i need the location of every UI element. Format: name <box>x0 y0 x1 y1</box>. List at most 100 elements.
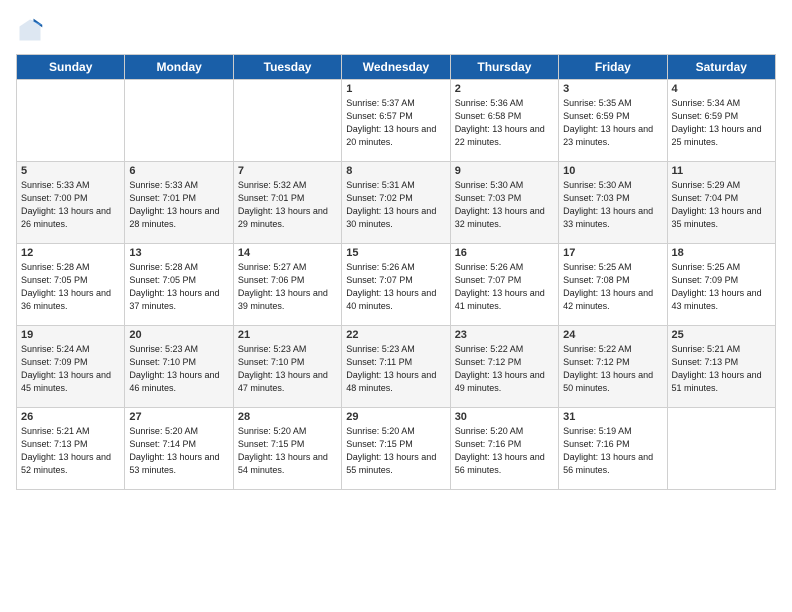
day-header-wednesday: Wednesday <box>342 55 450 80</box>
cell-sunset: Sunset: 7:14 PM <box>129 439 196 449</box>
day-number: 5 <box>21 165 120 177</box>
calendar-cell: 26Sunrise: 5:21 AMSunset: 7:13 PMDayligh… <box>17 408 125 490</box>
cell-sunrise: Sunrise: 5:33 AM <box>129 180 198 190</box>
cell-sunset: Sunset: 7:10 PM <box>238 357 305 367</box>
cell-sunset: Sunset: 7:06 PM <box>238 275 305 285</box>
cell-daylight: Daylight: 13 hours and 56 minutes. <box>563 452 653 475</box>
cell-sunrise: Sunrise: 5:26 AM <box>346 262 415 272</box>
cell-daylight: Daylight: 13 hours and 26 minutes. <box>21 206 111 229</box>
cell-sunset: Sunset: 7:09 PM <box>21 357 88 367</box>
calendar-cell: 5 Sunrise: 5:33 AM Sunset: 7:00 PM Daylight… <box>17 162 125 244</box>
cell-sunrise: Sunrise: 5:20 AM <box>238 426 307 436</box>
cell-sunrise: Sunrise: 5:35 AM <box>563 98 632 108</box>
calendar-cell: 9Sunrise: 5:30 AMSunset: 7:03 PMDaylight… <box>450 162 558 244</box>
cell-sunset: Sunset: 6:59 PM <box>672 111 739 121</box>
cell-sunset: Sunset: 7:16 PM <box>455 439 522 449</box>
day-header-friday: Friday <box>559 55 667 80</box>
day-number: 6 <box>129 165 228 177</box>
cell-sunrise: Sunrise: 5:22 AM <box>455 344 524 354</box>
cell-sunrise: Sunrise: 5:30 AM <box>455 180 524 190</box>
logo <box>16 16 48 44</box>
day-header-tuesday: Tuesday <box>233 55 341 80</box>
cell-daylight: Daylight: 13 hours and 28 minutes. <box>129 206 219 229</box>
header <box>16 16 776 44</box>
cell-sunset: Sunset: 7:08 PM <box>563 275 630 285</box>
calendar-cell: 10Sunrise: 5:30 AMSunset: 7:03 PMDayligh… <box>559 162 667 244</box>
calendar-cell: 1Sunrise: 5:37 AMSunset: 6:57 PMDaylight… <box>342 80 450 162</box>
cell-sunrise: Sunrise: 5:28 AM <box>21 262 90 272</box>
cell-sunset: Sunset: 7:03 PM <box>563 193 630 203</box>
cell-daylight: Daylight: 13 hours and 48 minutes. <box>346 370 436 393</box>
day-number: 18 <box>672 247 771 259</box>
cell-daylight: Daylight: 13 hours and 41 minutes. <box>455 288 545 311</box>
cell-sunset: Sunset: 7:16 PM <box>563 439 630 449</box>
cell-sunrise: Sunrise: 5:24 AM <box>21 344 90 354</box>
calendar-cell: 23Sunrise: 5:22 AMSunset: 7:12 PMDayligh… <box>450 326 558 408</box>
page: SundayMondayTuesdayWednesdayThursdayFrid… <box>0 0 792 612</box>
calendar-cell: 3Sunrise: 5:35 AMSunset: 6:59 PMDaylight… <box>559 80 667 162</box>
day-number: 16 <box>455 247 554 259</box>
day-number: 30 <box>455 411 554 423</box>
calendar-cell: 7 Sunrise: 5:32 AM Sunset: 7:01 PM Daylight… <box>233 162 341 244</box>
calendar-cell: 17 Sunrise: 5:25 AM Sunset: 7:08 PM Dayligh… <box>559 244 667 326</box>
cell-sunset: Sunset: 7:00 PM <box>21 193 88 203</box>
day-number: 17 <box>563 247 662 259</box>
cell-sunset: Sunset: 6:58 PM <box>455 111 522 121</box>
calendar-table: SundayMondayTuesdayWednesdayThursdayFrid… <box>16 54 776 490</box>
cell-daylight: Daylight: 13 hours and 33 minutes. <box>563 206 653 229</box>
day-number: 15 <box>346 247 445 259</box>
cell-sunset: Sunset: 7:09 PM <box>672 275 739 285</box>
cell-sunrise: Sunrise: 5:32 AM <box>238 180 307 190</box>
cell-sunset: Sunset: 7:02 PM <box>346 193 413 203</box>
day-number: 13 <box>129 247 228 259</box>
cell-sunrise: Sunrise: 5:20 AM <box>129 426 198 436</box>
cell-daylight: Daylight: 13 hours and 52 minutes. <box>21 452 111 475</box>
calendar-cell: 20Sunrise: 5:23 AMSunset: 7:10 PMDayligh… <box>125 326 233 408</box>
cell-daylight: Daylight: 13 hours and 25 minutes. <box>672 124 762 147</box>
cell-sunrise: Sunrise: 5:22 AM <box>563 344 632 354</box>
cell-sunset: Sunset: 7:13 PM <box>672 357 739 367</box>
cell-daylight: Daylight: 13 hours and 40 minutes. <box>346 288 436 311</box>
cell-sunrise: Sunrise: 5:25 AM <box>563 262 632 272</box>
day-number: 7 <box>238 165 337 177</box>
cell-daylight: Daylight: 13 hours and 20 minutes. <box>346 124 436 147</box>
cell-sunset: Sunset: 6:57 PM <box>346 111 413 121</box>
calendar-cell <box>125 80 233 162</box>
calendar-week-1: 1Sunrise: 5:37 AMSunset: 6:57 PMDaylight… <box>17 80 776 162</box>
cell-sunset: Sunset: 7:01 PM <box>238 193 305 203</box>
day-number: 12 <box>21 247 120 259</box>
day-number: 20 <box>129 329 228 341</box>
day-header-sunday: Sunday <box>17 55 125 80</box>
cell-sunrise: Sunrise: 5:23 AM <box>346 344 415 354</box>
cell-sunset: Sunset: 7:07 PM <box>346 275 413 285</box>
day-number: 23 <box>455 329 554 341</box>
calendar-cell: 14Sunrise: 5:27 AMSunset: 7:06 PMDayligh… <box>233 244 341 326</box>
day-number: 8 <box>346 165 445 177</box>
cell-daylight: Daylight: 13 hours and 42 minutes. <box>563 288 653 311</box>
calendar-cell: 13Sunrise: 5:28 AMSunset: 7:05 PMDayligh… <box>125 244 233 326</box>
day-number: 31 <box>563 411 662 423</box>
calendar-cell: 6Sunrise: 5:33 AMSunset: 7:01 PMDaylight… <box>125 162 233 244</box>
cell-sunrise: Sunrise: 5:28 AM <box>129 262 198 272</box>
cell-daylight: Daylight: 13 hours and 45 minutes. <box>21 370 111 393</box>
day-header-thursday: Thursday <box>450 55 558 80</box>
cell-daylight: Daylight: 13 hours and 46 minutes. <box>129 370 219 393</box>
cell-daylight: Daylight: 13 hours and 53 minutes. <box>129 452 219 475</box>
cell-sunrise: Sunrise: 5:21 AM <box>21 426 90 436</box>
cell-sunrise: Sunrise: 5:37 AM <box>346 98 415 108</box>
day-number: 24 <box>563 329 662 341</box>
cell-daylight: Daylight: 13 hours and 29 minutes. <box>238 206 328 229</box>
calendar-cell <box>17 80 125 162</box>
cell-sunset: Sunset: 7:11 PM <box>346 357 412 367</box>
day-number: 3 <box>563 83 662 95</box>
day-number: 26 <box>21 411 120 423</box>
calendar-cell: 18Sunrise: 5:25 AMSunset: 7:09 PMDayligh… <box>667 244 775 326</box>
calendar-cell: 16Sunrise: 5:26 AMSunset: 7:07 PMDayligh… <box>450 244 558 326</box>
calendar-cell: 8Sunrise: 5:31 AMSunset: 7:02 PMDaylight… <box>342 162 450 244</box>
cell-daylight: Daylight: 13 hours and 30 minutes. <box>346 206 436 229</box>
cell-sunrise: Sunrise: 5:30 AM <box>563 180 632 190</box>
calendar-cell: 29Sunrise: 5:20 AMSunset: 7:15 PMDayligh… <box>342 408 450 490</box>
cell-sunrise: Sunrise: 5:33 AM <box>21 180 90 190</box>
day-number: 28 <box>238 411 337 423</box>
cell-sunrise: Sunrise: 5:21 AM <box>672 344 741 354</box>
